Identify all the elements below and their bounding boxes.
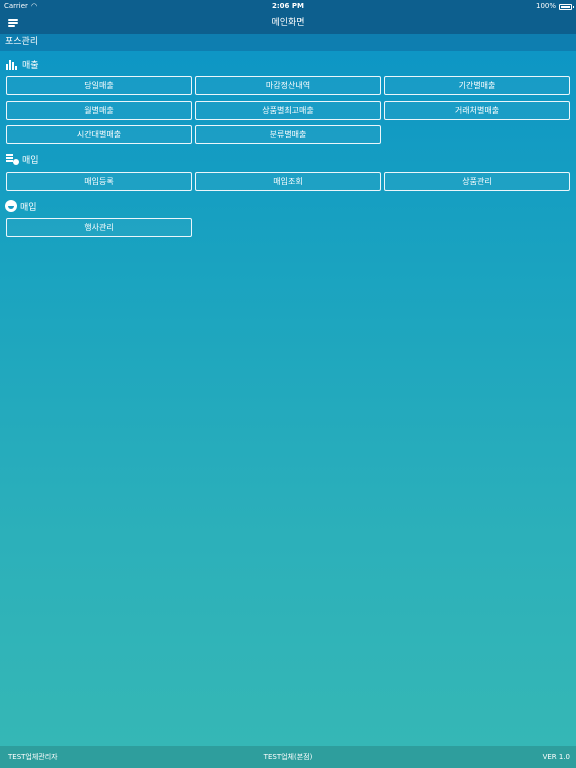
status-time: 2:06 PM bbox=[272, 2, 304, 10]
section-header-pos: 포스관리 bbox=[0, 34, 576, 51]
status-bar: Carrier ◠ 2:06 PM 100% bbox=[0, 0, 576, 13]
button-monthly-sales[interactable]: 월별매출 bbox=[6, 101, 192, 120]
button-product-management[interactable]: 상품관리 bbox=[384, 172, 570, 191]
document-icon bbox=[5, 153, 19, 165]
footer-version: VER 1.0 bbox=[542, 753, 570, 761]
section-title-event: 매입 bbox=[20, 202, 37, 213]
bar-chart-icon bbox=[5, 58, 19, 70]
button-hourly-sales[interactable]: 시간대별매출 bbox=[6, 125, 192, 144]
smile-icon bbox=[5, 200, 17, 212]
battery-icon bbox=[559, 3, 574, 10]
button-closing-settlement[interactable]: 마감정산내역 bbox=[195, 76, 381, 95]
section-heading-sales: 매출 bbox=[5, 57, 39, 71]
section-title-sales: 매출 bbox=[22, 60, 39, 71]
nav-bar: 메인화면 bbox=[0, 13, 576, 34]
button-daily-sales[interactable]: 당일매출 bbox=[6, 76, 192, 95]
battery-percent: 100% bbox=[535, 2, 556, 10]
button-period-sales[interactable]: 기간별매출 bbox=[384, 76, 570, 95]
footer-store: TEST업체(본점) bbox=[263, 753, 313, 761]
section-title-purchase: 매입 bbox=[22, 155, 39, 166]
battery-info: 100% bbox=[535, 0, 574, 13]
section-heading-purchase: 매입 bbox=[5, 152, 39, 166]
button-product-top-sales[interactable]: 상품별최고매출 bbox=[195, 101, 381, 120]
button-event-management[interactable]: 행사관리 bbox=[6, 218, 192, 237]
page-title: 메인화면 bbox=[271, 18, 305, 28]
footer-bar: TEST업체관리자 TEST업체(본점) VER 1.0 bbox=[0, 746, 576, 768]
section-heading-event: 매입 bbox=[5, 199, 37, 213]
button-purchase-inquiry[interactable]: 매입조회 bbox=[195, 172, 381, 191]
button-customer-sales[interactable]: 거래처별매출 bbox=[384, 101, 570, 120]
button-purchase-register[interactable]: 매입등록 bbox=[6, 172, 192, 191]
button-category-sales[interactable]: 분류별매출 bbox=[195, 125, 381, 144]
